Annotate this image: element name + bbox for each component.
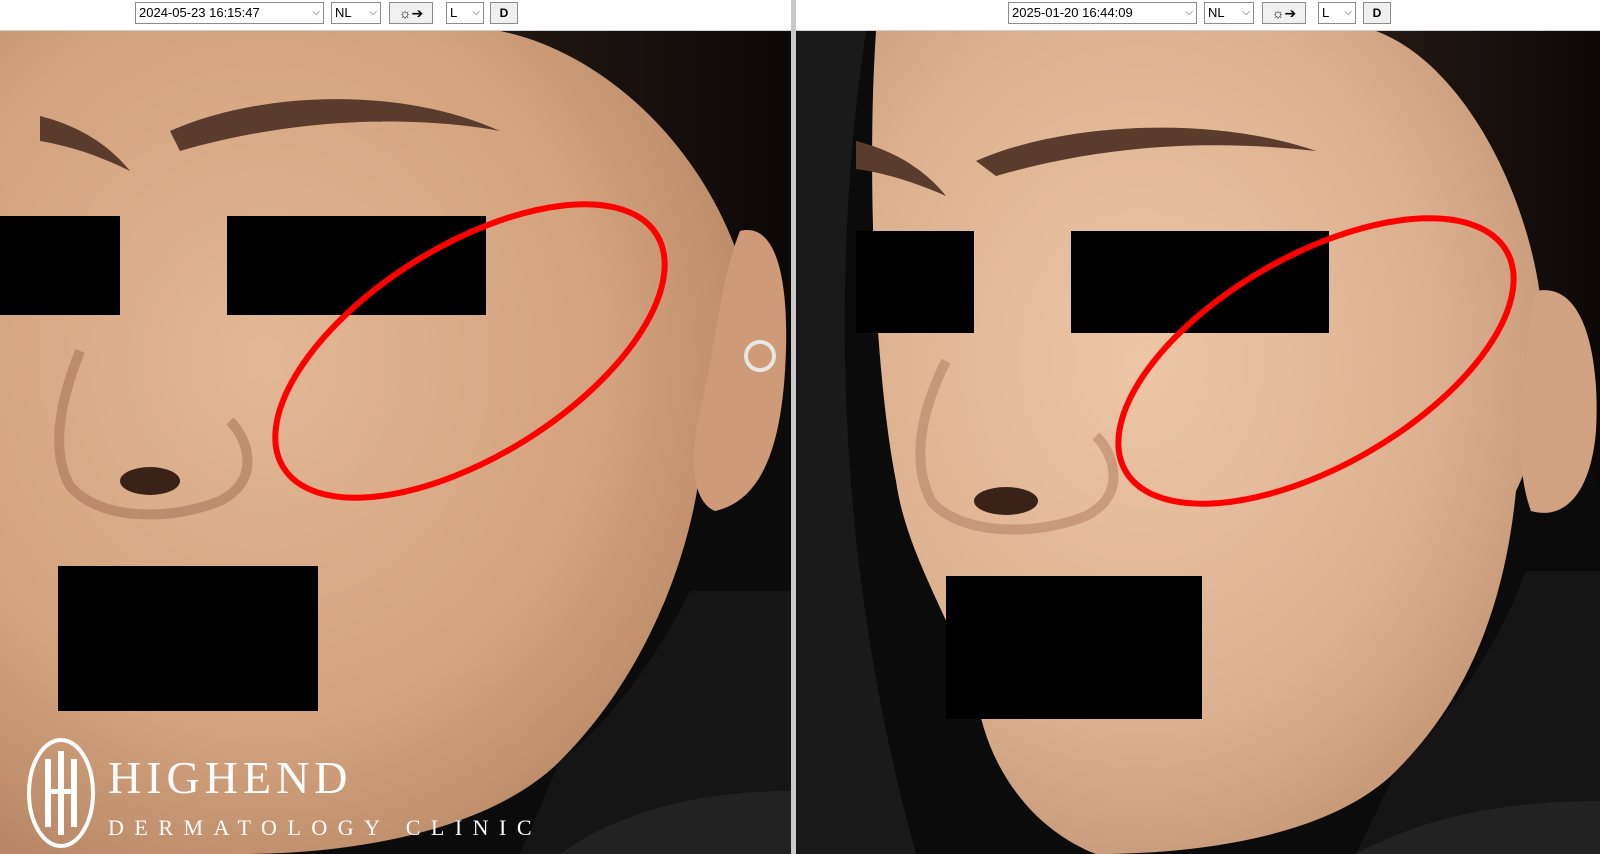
left-light-toggle-button[interactable]: ☼➔ bbox=[389, 2, 433, 24]
right-lighting-value: NL bbox=[1208, 5, 1225, 20]
left-d-button[interactable]: D bbox=[490, 2, 518, 24]
clinic-logo: HIGHEND DERMATOLOGY CLINIC bbox=[26, 737, 606, 854]
light-bulb-arrow-icon: ☼➔ bbox=[398, 5, 424, 21]
right-light-toggle-button[interactable]: ☼➔ bbox=[1262, 2, 1306, 24]
chevron-down-icon: ⌵ bbox=[1185, 7, 1193, 18]
right-photo-pane: 2025-01-20 16:44:09 ⌵ NL ⌵ ☼➔ L ⌵ D bbox=[796, 0, 1600, 854]
left-side-value: L bbox=[450, 5, 458, 20]
left-lighting-value: NL bbox=[335, 5, 352, 20]
left-face-image bbox=[0, 31, 791, 854]
nostril bbox=[974, 487, 1038, 515]
left-datetime-value: 2024-05-23 16:15:47 bbox=[139, 5, 260, 20]
comparison-viewer: 2024-05-23 16:15:47 ⌵ NL ⌵ ☼➔ L ⌵ D HIGH… bbox=[0, 0, 1600, 854]
right-side-value: L bbox=[1322, 5, 1330, 20]
chevron-down-icon: ⌵ bbox=[369, 7, 377, 18]
redaction-box bbox=[58, 566, 318, 711]
redaction-box bbox=[227, 216, 486, 315]
clinic-logo-subtitle: DERMATOLOGY CLINIC bbox=[108, 815, 543, 840]
right-datetime-value: 2025-01-20 16:44:09 bbox=[1012, 5, 1133, 20]
redaction-box bbox=[0, 216, 120, 315]
right-datetime-select[interactable]: 2025-01-20 16:44:09 ⌵ bbox=[1008, 2, 1197, 24]
right-d-button[interactable]: D bbox=[1363, 2, 1391, 24]
left-photo-pane: 2024-05-23 16:15:47 ⌵ NL ⌵ ☼➔ L ⌵ D HIGH… bbox=[0, 0, 791, 854]
left-lighting-select[interactable]: NL ⌵ bbox=[331, 2, 381, 24]
redaction-box bbox=[856, 231, 974, 333]
chevron-down-icon: ⌵ bbox=[1242, 7, 1250, 18]
chevron-down-icon: ⌵ bbox=[312, 7, 320, 18]
chevron-down-icon: ⌵ bbox=[472, 7, 480, 18]
right-face-photo bbox=[796, 31, 1600, 854]
right-toolbar: 2025-01-20 16:44:09 ⌵ NL ⌵ ☼➔ L ⌵ D bbox=[796, 0, 1600, 31]
left-face-photo: HIGHEND DERMATOLOGY CLINIC bbox=[0, 31, 791, 854]
right-face-image bbox=[796, 31, 1600, 854]
redaction-box bbox=[946, 576, 1202, 719]
light-bulb-arrow-icon: ☼➔ bbox=[1271, 5, 1297, 21]
chevron-down-icon: ⌵ bbox=[1344, 7, 1352, 18]
right-lighting-select[interactable]: NL ⌵ bbox=[1204, 2, 1254, 24]
clinic-logo-mark-icon bbox=[27, 738, 95, 848]
left-toolbar: 2024-05-23 16:15:47 ⌵ NL ⌵ ☼➔ L ⌵ D bbox=[0, 0, 791, 31]
clinic-logo-title: HIGHEND bbox=[108, 752, 353, 803]
nostril bbox=[120, 467, 180, 495]
left-side-select[interactable]: L ⌵ bbox=[446, 2, 484, 24]
left-datetime-select[interactable]: 2024-05-23 16:15:47 ⌵ bbox=[135, 2, 324, 24]
right-side-select[interactable]: L ⌵ bbox=[1318, 2, 1356, 24]
